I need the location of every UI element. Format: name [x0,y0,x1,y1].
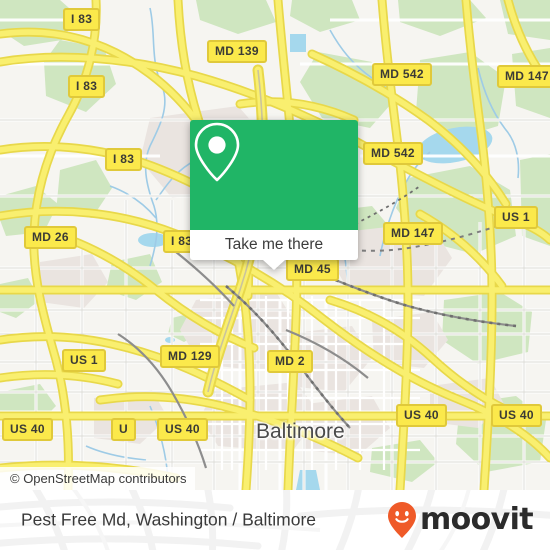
road-shield: MD 129 [160,345,220,368]
road-shield: MD 26 [24,226,77,249]
road-shield: MD 542 [363,142,423,165]
city-label-baltimore: Baltimore [256,420,345,443]
osm-attribution[interactable]: © OpenStreetMap contributors [0,467,195,490]
moovit-pin-smiley-icon [387,502,416,538]
road-shield: US 40 [2,418,53,441]
road-shield: MD 139 [207,40,267,63]
osm-attribution-text: © OpenStreetMap contributors [10,471,187,486]
road-shield: MD 2 [267,350,313,373]
road-shield: MD 147 [383,222,443,245]
map-canvas[interactable]: I 83 MD 139 MD 542 MD 147 I 83 I 83 MD 5… [0,0,550,490]
popup-header [190,120,358,230]
road-shield: US 1 [62,349,106,372]
road-shield: I 83 [68,75,106,98]
moovit-wordmark: moovit [419,502,534,537]
take-me-there-label: Take me there [224,236,324,254]
place-popup-card[interactable]: Take me there [190,120,358,270]
place-title: Pest Free Md, Washington / Baltimore [21,509,317,530]
road-shield: US 40 [396,404,447,427]
popup-footer[interactable]: Take me there [190,230,358,270]
road-shield: MD 45 [286,258,339,281]
road-shield: I 83 [63,8,101,31]
road-shield: US 40 [157,418,208,441]
page-footer: Pest Free Md, Washington / Baltimore moo… [0,490,550,550]
road-shield: US 1 [494,206,538,229]
map-pin-icon [194,122,240,182]
road-shield: U [111,418,136,441]
moovit-map-screenshot: I 83 MD 139 MD 542 MD 147 I 83 I 83 MD 5… [0,0,550,550]
moovit-brand[interactable]: moovit [386,501,534,539]
road-shield: US 40 [491,404,542,427]
road-shield: MD 542 [372,63,432,86]
popup-tail-pointer [263,260,285,270]
road-shield: MD 147 [497,65,550,88]
road-shield: I 83 [105,148,143,171]
